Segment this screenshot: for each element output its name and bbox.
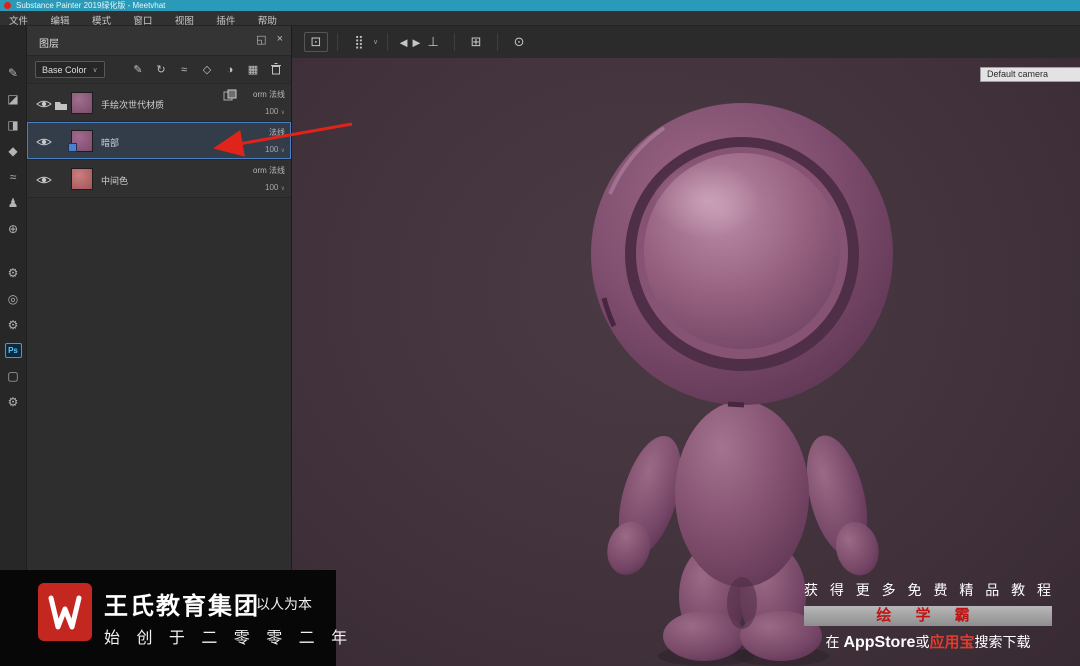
window-title: Substance Painter 2019绿化版 - Meetvhat xyxy=(16,1,166,10)
viewport: ⊡ ⣿ ∨ ◄► ⊥ ⊞ ⊙ Default camera xyxy=(292,26,1080,666)
mask-icon[interactable]: ◑ xyxy=(223,64,237,76)
monitor-icon[interactable]: ▢ xyxy=(0,363,27,389)
promo-appstore: AppStore xyxy=(843,634,916,651)
camera-selector-dropdown[interactable]: Default camera xyxy=(980,67,1080,82)
brand-tagline: 以人为本 xyxy=(256,596,312,612)
paint-tool-icon[interactable]: ✎ xyxy=(0,60,27,86)
brand-founded-line: 始 创 于 二 零 零 二 年 xyxy=(104,630,354,647)
folder-icon xyxy=(54,98,68,116)
promo-or: 或 xyxy=(915,634,930,650)
gear-icon[interactable]: ⚙ xyxy=(0,389,27,415)
menu-bar: 文件 编辑 模式 窗口 视图 插件 帮助 xyxy=(0,11,1080,27)
visibility-eye-icon[interactable] xyxy=(36,97,52,115)
shader-settings-icon[interactable]: ◎ xyxy=(0,286,27,312)
add-layer-icon[interactable]: ▦ xyxy=(246,63,260,76)
opacity-value[interactable]: 100 ∨ xyxy=(265,145,285,154)
chevron-down-icon: ∨ xyxy=(280,110,285,116)
blend-mode-label[interactable]: orm 法线 xyxy=(253,165,285,176)
watermark-left: 王氏教育集团 以人为本 始 创 于 二 零 零 二 年 xyxy=(0,570,347,666)
app-icon xyxy=(4,2,11,9)
smudge-tool-icon[interactable]: ≈ xyxy=(0,164,27,190)
material-mode-icon[interactable]: ⣿ xyxy=(347,34,371,50)
promo-line1: 获 得 更 多 免 费 精 品 教 程 xyxy=(804,582,1056,598)
promo-line3-pre: 在 xyxy=(825,634,840,650)
promo-store: 应用宝 xyxy=(929,634,975,651)
instance-icon xyxy=(223,88,237,106)
layer-thumbnail[interactable] xyxy=(71,168,93,190)
layer-thumbnail[interactable] xyxy=(71,92,93,114)
promo-post: 搜索下载 xyxy=(974,634,1031,650)
layer-name[interactable]: 手绘次世代材质 xyxy=(101,98,164,111)
material-picker-tool-icon[interactable]: ⊕ xyxy=(0,216,27,242)
camera-settings-icon[interactable]: ⚙ xyxy=(0,312,27,338)
viewport-toolbar: ⊡ ⣿ ∨ ◄► ⊥ ⊞ ⊙ xyxy=(292,26,1080,58)
application-window: Substance Painter 2019绿化版 - Meetvhat 文件 … xyxy=(0,0,1080,666)
brand-name: 王氏教育集团 xyxy=(104,593,260,620)
blend-mode-label[interactable]: orm 法线 xyxy=(253,89,285,100)
polygon-fill-tool-icon[interactable]: ◆ xyxy=(0,138,27,164)
trash-icon[interactable] xyxy=(269,62,283,78)
refresh-layer-icon[interactable]: ↻ xyxy=(154,63,168,76)
eraser-tool-icon[interactable]: ◪ xyxy=(0,86,27,112)
viewport-layout-icon[interactable]: ⊡ xyxy=(304,32,328,52)
visibility-eye-icon[interactable] xyxy=(36,135,52,153)
layers-panel-toolbar: Base Color ∨ ✎ ↻ ≈ ◇ ◑ ▦ xyxy=(27,56,291,84)
layers-panel-title: 图层 xyxy=(39,39,59,50)
add-effect-icon[interactable]: ✎ xyxy=(131,63,145,76)
promo-banner: 绘 学 霸 xyxy=(804,606,1052,626)
opacity-value[interactable]: 100 ∨ xyxy=(265,183,285,192)
layer-name[interactable]: 中间色 xyxy=(101,174,128,187)
layer-row-group[interactable]: 手绘次世代材质 orm 法线 100 ∨ xyxy=(27,84,291,122)
camera-selector-value: Default camera xyxy=(987,69,1049,79)
display-settings-icon[interactable]: ⚙ xyxy=(0,260,27,286)
3d-canvas[interactable]: Default camera xyxy=(292,58,1080,666)
clone-tool-icon[interactable]: ♟ xyxy=(0,190,27,216)
title-bar: Substance Painter 2019绿化版 - Meetvhat xyxy=(0,0,1080,11)
layer-name[interactable]: 暗部 xyxy=(101,136,119,149)
chevron-down-icon: ∨ xyxy=(280,148,285,154)
projection-tool-icon[interactable]: ◨ xyxy=(0,112,27,138)
paint-layer-badge-icon xyxy=(68,143,77,152)
blend-mode-label[interactable]: 法线 xyxy=(269,127,285,138)
channel-dropdown-value: Base Color xyxy=(42,64,87,75)
chevron-down-icon: ∨ xyxy=(280,186,285,192)
layer-row[interactable]: 中间色 orm 法线 100 ∨ xyxy=(27,160,291,198)
close-panel-icon[interactable]: × xyxy=(277,33,283,46)
fill-layer-icon[interactable]: ◇ xyxy=(200,63,214,76)
layers-panel-header: 图层 ◱ × xyxy=(27,26,291,56)
symmetry-axis-icon[interactable]: ⊥ xyxy=(421,34,445,50)
visibility-eye-icon[interactable] xyxy=(36,173,52,191)
channel-dropdown[interactable]: Base Color ∨ xyxy=(35,61,105,78)
opacity-value[interactable]: 100 ∨ xyxy=(265,107,285,116)
mirror-symmetry-icon[interactable]: ◄► xyxy=(397,35,423,50)
character-model[interactable] xyxy=(292,58,1080,666)
chevron-down-icon: ∨ xyxy=(92,66,98,74)
promo-line3: 在 AppStore或应用宝搜索下载 xyxy=(804,631,1052,652)
photoshop-export-icon[interactable]: Ps xyxy=(4,343,22,358)
chevron-down-icon: ∨ xyxy=(373,39,379,46)
watermark-right: 获 得 更 多 免 费 精 品 教 程 绘 学 霸 在 AppStore或应用宝… xyxy=(804,580,1052,652)
layer-row-selected[interactable]: 暗部 法线 100 ∨ xyxy=(27,122,291,160)
add-view-icon[interactable]: ⊞ xyxy=(464,34,488,50)
brand-logo xyxy=(38,583,92,641)
undock-panel-icon[interactable]: ◱ xyxy=(256,33,266,46)
history-icon[interactable]: ⊙ xyxy=(507,34,531,50)
smart-material-icon[interactable]: ≈ xyxy=(177,64,191,76)
